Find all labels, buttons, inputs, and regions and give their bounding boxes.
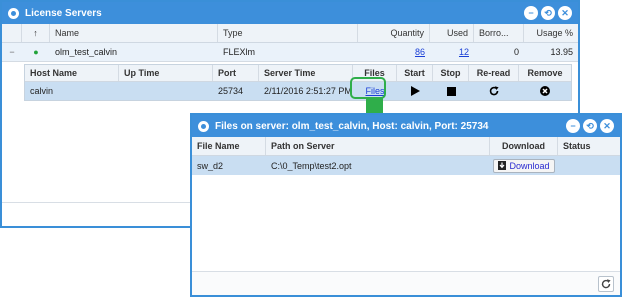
- column-name[interactable]: Name: [50, 24, 218, 42]
- dialog-footer: [192, 271, 620, 295]
- license-servers-title: License Servers: [25, 7, 102, 19]
- quantity-link[interactable]: 86: [358, 47, 430, 57]
- refresh-icon: [489, 86, 499, 96]
- column-server-time[interactable]: Server Time: [259, 65, 353, 81]
- column-type[interactable]: Type: [218, 24, 358, 42]
- borrowed-value: 0: [513, 47, 519, 57]
- files-dialog: Files on server: olm_test_calvin, Host: …: [190, 113, 622, 297]
- host-row[interactable]: calvin 25734 2/11/2016 2:51:27 PM Files: [25, 82, 571, 100]
- collapse-toggle[interactable]: −: [2, 47, 22, 57]
- host-grid: Host Name Up Time Port Server Time Files…: [24, 64, 572, 101]
- column-stop[interactable]: Stop: [433, 65, 469, 81]
- servers-grid-header: ↑ Name Type Quantity Used Borro... Usage…: [2, 24, 578, 43]
- refresh-button[interactable]: [598, 276, 614, 292]
- status-dot-icon: ●: [33, 47, 39, 57]
- files-highlight: [350, 77, 386, 99]
- dialog-minimize-button[interactable]: −: [566, 119, 580, 133]
- host-grid-header: Host Name Up Time Port Server Time Files…: [25, 65, 571, 82]
- sort-arrow-header[interactable]: ↑: [22, 24, 50, 42]
- refresh-icon: [601, 279, 611, 289]
- download-cell: Download: [490, 158, 558, 173]
- files-dialog-titlebar: Files on server: olm_test_calvin, Host: …: [192, 115, 620, 137]
- column-remove[interactable]: Remove: [519, 65, 571, 81]
- column-reread[interactable]: Re-read: [469, 65, 519, 81]
- download-button[interactable]: Download: [493, 158, 555, 173]
- download-label: Download: [509, 160, 550, 171]
- reread-button[interactable]: [469, 86, 519, 96]
- server-time: 2/11/2016 2:51:27 PM: [264, 86, 352, 96]
- column-usage[interactable]: Usage %: [524, 24, 578, 42]
- files-grid-header: File Name Path on Server Download Status: [192, 137, 620, 156]
- download-icon: [498, 161, 507, 170]
- dialog-window-buttons: − ⟲ ✕: [566, 119, 614, 133]
- app-icon: [198, 120, 209, 132]
- column-status[interactable]: Status: [558, 137, 620, 155]
- server-row[interactable]: − ● olm_test_calvin FLEXlm 86 12 0 13.95: [2, 43, 578, 62]
- files-dialog-title: Files on server: olm_test_calvin, Host: …: [215, 120, 489, 132]
- start-button[interactable]: [397, 86, 433, 96]
- app-icon: [8, 7, 19, 19]
- expander-column-header: [2, 24, 22, 42]
- play-icon: [410, 86, 420, 96]
- license-servers-titlebar: License Servers − ⟲ ✕: [2, 2, 578, 24]
- used-link[interactable]: 12: [430, 47, 474, 57]
- column-file-name[interactable]: File Name: [192, 137, 266, 155]
- remove-button[interactable]: [519, 86, 571, 96]
- column-used[interactable]: Used: [430, 24, 474, 42]
- column-path[interactable]: Path on Server: [266, 137, 490, 155]
- host-port: 25734: [218, 86, 244, 96]
- server-name: olm_test_calvin: [55, 47, 118, 57]
- file-name: sw_d2: [197, 160, 224, 171]
- column-download[interactable]: Download: [490, 137, 558, 155]
- file-row[interactable]: sw_d2 C:\0_Temp\test2.opt Download: [192, 156, 620, 175]
- stop-icon: [446, 86, 456, 96]
- minimize-button[interactable]: −: [524, 6, 538, 20]
- remove-icon: [540, 86, 550, 96]
- column-start[interactable]: Start: [397, 65, 433, 81]
- column-host-name[interactable]: Host Name: [25, 65, 119, 81]
- close-button[interactable]: ✕: [558, 6, 572, 20]
- server-type: FLEXlm: [223, 47, 256, 57]
- column-borrowed[interactable]: Borro...: [474, 24, 524, 42]
- usage-value: 13.95: [550, 47, 573, 57]
- host-name: calvin: [30, 86, 54, 96]
- dialog-restore-button[interactable]: ⟲: [583, 119, 597, 133]
- stop-button[interactable]: [433, 86, 469, 96]
- column-port[interactable]: Port: [213, 65, 259, 81]
- restore-button[interactable]: ⟲: [541, 6, 555, 20]
- file-path: C:\0_Temp\test2.opt: [271, 160, 352, 171]
- window-buttons: − ⟲ ✕: [524, 6, 572, 20]
- column-quantity[interactable]: Quantity: [358, 24, 430, 42]
- dialog-close-button[interactable]: ✕: [600, 119, 614, 133]
- column-up-time[interactable]: Up Time: [119, 65, 213, 81]
